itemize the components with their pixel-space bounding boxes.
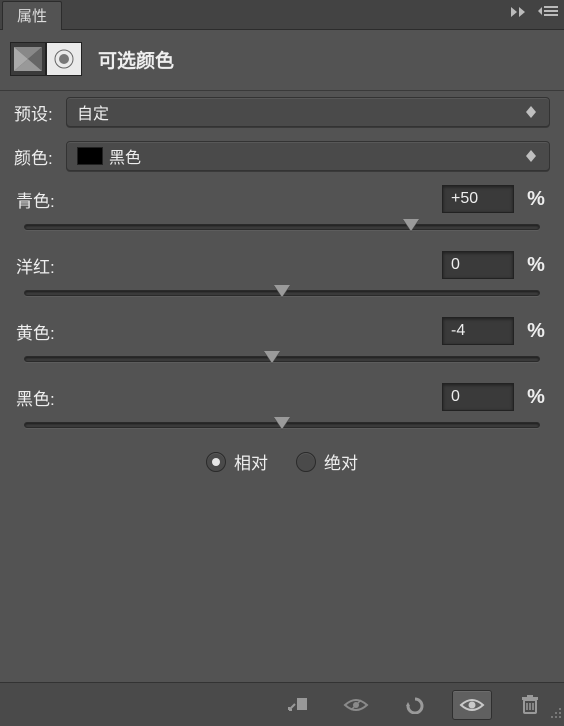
slider-black: 黑色: % [14, 383, 550, 431]
cyan-label: 青色: [16, 187, 76, 212]
slider-thumb-icon[interactable] [403, 219, 419, 231]
yellow-slider[interactable] [24, 351, 540, 365]
relative-label: 相对 [234, 449, 268, 474]
reset-button[interactable] [394, 690, 434, 720]
adjustment-header: 可选颜色 [0, 30, 564, 90]
magenta-label: 洋红: [16, 253, 76, 278]
color-value: 黑色 [109, 144, 523, 168]
yellow-input[interactable] [442, 317, 514, 345]
selective-color-icon [46, 42, 82, 76]
slider-thumb-icon[interactable] [274, 285, 290, 297]
view-previous-button[interactable] [336, 690, 376, 720]
percent-unit: % [524, 386, 548, 409]
color-label: 颜色: [14, 144, 66, 169]
mode-absolute[interactable]: 绝对 [296, 449, 358, 474]
magenta-slider[interactable] [24, 285, 540, 299]
cyan-input[interactable] [442, 185, 514, 213]
percent-unit: % [524, 320, 548, 343]
mode-relative[interactable]: 相对 [206, 449, 268, 474]
color-dropdown[interactable]: 黑色 [66, 141, 550, 171]
slider-yellow: 黄色: % [14, 317, 550, 365]
slider-magenta: 洋红: % [14, 251, 550, 299]
adjustment-name-label: 可选颜色 [98, 46, 174, 73]
updown-arrows-icon [523, 150, 539, 162]
slider-cyan: 青色: % [14, 185, 550, 233]
delete-button[interactable] [510, 690, 550, 720]
panel-tab-properties[interactable]: 属性 [2, 1, 62, 30]
cyan-slider[interactable] [24, 219, 540, 233]
collapse-icon[interactable] [510, 5, 528, 23]
absolute-label: 绝对 [324, 449, 358, 474]
slider-thumb-icon[interactable] [274, 417, 290, 429]
preset-value: 自定 [77, 100, 523, 124]
black-input[interactable] [442, 383, 514, 411]
resize-grip-icon[interactable] [550, 706, 562, 724]
radio-icon [296, 452, 316, 472]
black-slider[interactable] [24, 417, 540, 431]
mode-radio-group: 相对 绝对 [14, 449, 550, 474]
color-swatch [77, 147, 103, 165]
toggle-visibility-button[interactable] [452, 690, 492, 720]
updown-arrows-icon [523, 106, 539, 118]
yellow-label: 黄色: [16, 319, 76, 344]
panel-footer [0, 682, 564, 726]
panel-menu-icon[interactable] [538, 4, 558, 23]
clip-to-layer-button[interactable] [278, 690, 318, 720]
preset-label: 预设: [14, 100, 66, 125]
preset-dropdown[interactable]: 自定 [66, 97, 550, 127]
black-label: 黑色: [16, 385, 76, 410]
magenta-input[interactable] [442, 251, 514, 279]
panel-tabbar: 属性 [0, 0, 564, 30]
percent-unit: % [524, 188, 548, 211]
radio-icon [206, 452, 226, 472]
adjustment-thumb-icon [10, 42, 46, 76]
slider-thumb-icon[interactable] [264, 351, 280, 363]
percent-unit: % [524, 254, 548, 277]
